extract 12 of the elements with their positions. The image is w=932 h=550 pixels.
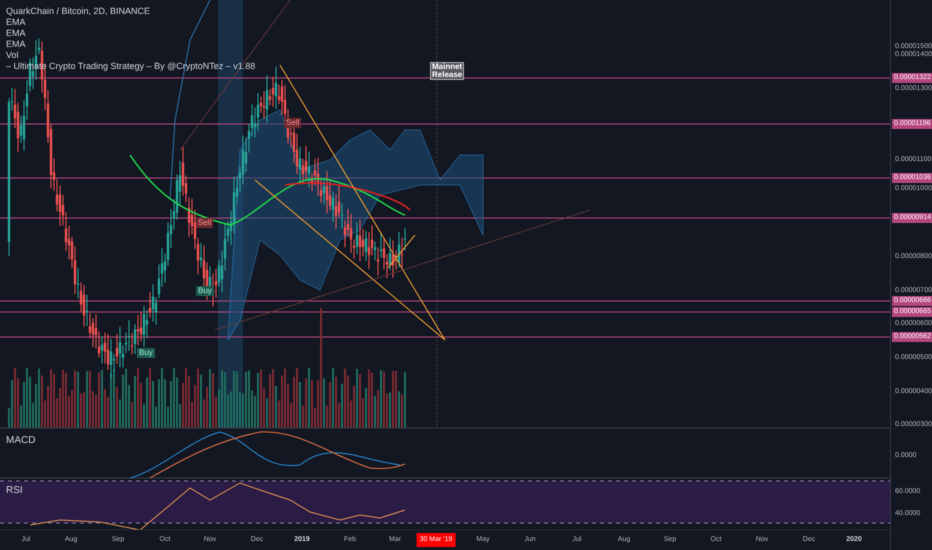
study-label: EMA xyxy=(6,39,27,50)
study-label: EMA xyxy=(6,28,27,39)
signal-label: Buy xyxy=(196,286,214,296)
study-label: EMA xyxy=(6,17,27,28)
chart-title: QuarkChain / Bitcoin, 2D, BINANCE xyxy=(6,6,152,17)
study-label: Vol xyxy=(6,50,20,61)
pane-label: RSI xyxy=(6,484,23,498)
signal-label: Sell xyxy=(196,218,214,228)
signal-label: Sell xyxy=(284,118,302,128)
pane-label: MACD xyxy=(6,434,36,448)
signal-label: Buy xyxy=(137,348,155,358)
event-label: Mainnet Release xyxy=(430,62,464,80)
